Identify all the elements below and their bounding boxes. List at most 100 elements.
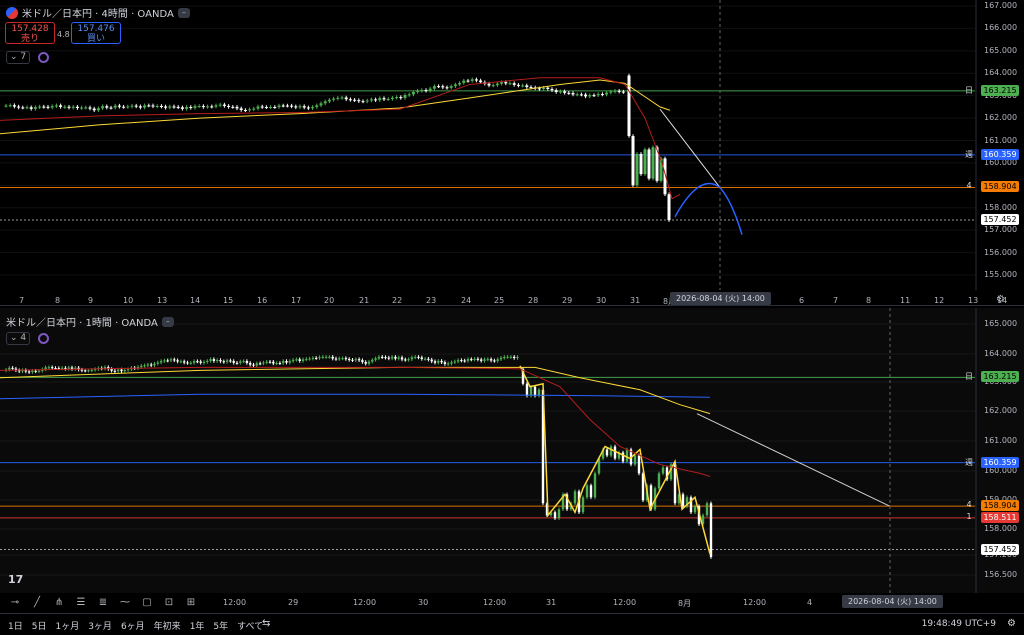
- candle-body-1h: [470, 359, 473, 361]
- candle-body: [88, 107, 92, 109]
- candle-body-1h: [202, 361, 206, 363]
- candle-body: [504, 82, 508, 84]
- candle-body-1h: [476, 358, 480, 360]
- time-tick: 6: [799, 296, 805, 305]
- candle-body: [269, 106, 273, 108]
- chart-pane-1h[interactable]: 米ドル／日本円 · 1時間 · OANDA – ⌄ 4 165.000 164.0…: [0, 308, 1024, 593]
- chart-pane-4h[interactable]: 米ドル／日本円 · 4時間 · OANDA – 157.428 売り 4.8 1…: [0, 0, 1024, 306]
- rectangle-icon[interactable]: ▢: [138, 596, 156, 610]
- clock[interactable]: 19:48:49 UTC+9: [922, 619, 996, 629]
- indicator-circle-icon-1h[interactable]: [38, 333, 50, 344]
- candle-body: [407, 94, 411, 96]
- visibility-toggle-icon[interactable]: –: [177, 7, 190, 18]
- candle-body-1h: [344, 358, 348, 360]
- candle-body-1h: [377, 356, 381, 359]
- candle-body-1h: [199, 361, 202, 363]
- candle-body-1h: [189, 362, 192, 364]
- candle-body: [214, 105, 218, 107]
- candle-body-1h: [384, 357, 387, 359]
- period-0[interactable]: 1日: [8, 619, 23, 632]
- candle-body-1h: [275, 363, 278, 365]
- indicator-circle-icon[interactable]: [38, 52, 50, 63]
- candle-body: [449, 86, 453, 88]
- settings-gear-icon[interactable]: ⚙: [996, 294, 1005, 305]
- trend-line-icon[interactable]: ╱: [28, 596, 46, 610]
- candle-body: [222, 104, 226, 106]
- candle-body-1h: [219, 360, 222, 362]
- period-8[interactable]: すべて: [237, 619, 263, 632]
- candle-body: [290, 105, 294, 107]
- date-range-icon[interactable]: ⇆: [262, 618, 270, 629]
- candle-body: [172, 106, 176, 108]
- period-4[interactable]: 6ヶ月: [121, 619, 145, 632]
- candle-body-1h: [387, 357, 390, 359]
- indicator-toggle[interactable]: ⌄ 7: [6, 51, 31, 64]
- candle-body: [197, 106, 201, 108]
- candle-body: [639, 153, 643, 175]
- candle-body-1h: [268, 361, 272, 363]
- candle-body-1h: [179, 361, 183, 363]
- candle-body: [260, 106, 264, 108]
- horizontal-ray-icon[interactable]: ⊸: [6, 596, 24, 610]
- period-2[interactable]: 1ヶ月: [55, 619, 79, 632]
- period-7[interactable]: 5年: [213, 619, 228, 632]
- buy-price: 157.476: [77, 24, 115, 34]
- candle-body: [420, 90, 424, 92]
- candle-body: [315, 105, 319, 107]
- period-5[interactable]: 年初来: [154, 619, 181, 632]
- frame-icon[interactable]: ⊡: [160, 596, 178, 610]
- candle-body: [357, 100, 361, 102]
- period-3[interactable]: 3ヶ月: [88, 619, 112, 632]
- price-chart-4h[interactable]: [0, 0, 1024, 306]
- tradingview-logo[interactable]: 17: [8, 573, 23, 586]
- indicator-row-1h: ⌄ 4: [6, 332, 50, 345]
- candle-body-1h: [460, 360, 463, 362]
- candle-body: [537, 88, 541, 90]
- buy-button[interactable]: 157.476 買い: [71, 22, 121, 44]
- candle-body: [667, 194, 671, 221]
- candle-body: [12, 105, 16, 107]
- time-tick-1h: 29: [288, 598, 299, 607]
- symbol-legend-4h[interactable]: 米ドル／日本円 · 4時間 · OANDA –: [6, 5, 190, 20]
- range-icon[interactable]: ⊞: [182, 596, 200, 610]
- candle-body: [285, 105, 289, 107]
- price-tick: 161.000: [984, 135, 1018, 145]
- candle-body-1h: [140, 365, 143, 368]
- candle-body: [33, 107, 37, 109]
- symbol-legend-1h[interactable]: 米ドル／日本円 · 1時間 · OANDA –: [6, 314, 174, 329]
- price-chart-1h[interactable]: [0, 308, 1024, 593]
- sell-button[interactable]: 157.428 売り: [5, 22, 55, 44]
- price-tick: 156.000: [984, 247, 1018, 257]
- candle-body: [479, 80, 483, 83]
- indicator-toggle-1h[interactable]: ⌄ 4: [6, 332, 31, 345]
- candle-body-1h: [404, 359, 407, 361]
- candle-body: [445, 87, 449, 89]
- candle-body: [168, 106, 172, 108]
- period-6[interactable]: 1年: [190, 619, 205, 632]
- candle-body: [651, 147, 655, 179]
- level-label-1h: 日: [965, 372, 973, 382]
- time-tick: 17: [291, 296, 302, 305]
- candle-body: [71, 106, 75, 108]
- time-tick: 28: [528, 296, 539, 305]
- weekly-ma-line-1h: [0, 393, 711, 400]
- fib-extension-icon[interactable]: ≣: [94, 596, 112, 610]
- candle-body-1h: [242, 361, 245, 363]
- brush-icon[interactable]: ⁓: [116, 596, 134, 610]
- fib-retracement-icon[interactable]: ☰: [72, 596, 90, 610]
- candle-body-1h: [67, 367, 70, 369]
- candle-body: [193, 106, 197, 108]
- price-tick: 166.000: [984, 23, 1018, 33]
- visibility-toggle-icon-1h[interactable]: –: [161, 316, 174, 327]
- settings-icon[interactable]: ⚙: [1007, 618, 1016, 629]
- candle-body-1h: [173, 359, 176, 361]
- candle-body-1h: [8, 367, 11, 370]
- candle-body: [600, 94, 604, 96]
- level-label-1h: 1: [966, 511, 972, 521]
- level-price-tag-1h: 160.359: [981, 456, 1019, 468]
- candle-body-1h: [374, 358, 377, 360]
- candle-body: [323, 101, 327, 104]
- period-1[interactable]: 5日: [32, 619, 47, 632]
- candles-1h: [4, 355, 713, 559]
- pitchfork-icon[interactable]: ⋔: [50, 596, 68, 610]
